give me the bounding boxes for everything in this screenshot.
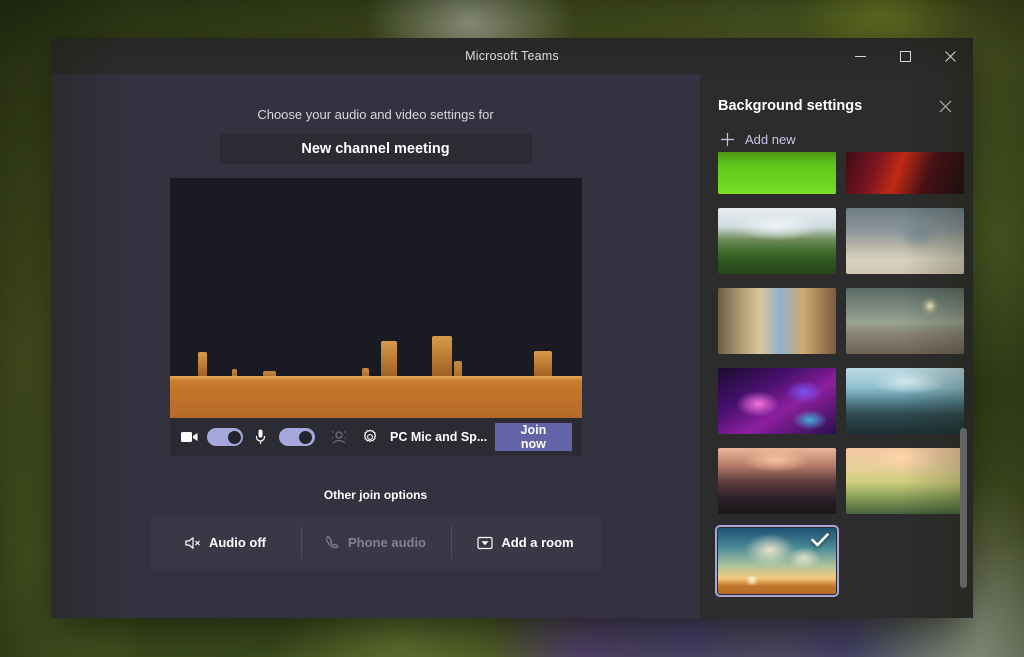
room-device-glyph: [477, 536, 493, 549]
phone-glyph: [326, 535, 339, 549]
background-thumbnail[interactable]: [846, 288, 964, 354]
background-thumbnail[interactable]: [846, 152, 964, 194]
mic-toggle[interactable]: [278, 428, 315, 446]
background-thumbnail[interactable]: [718, 368, 836, 434]
camera-toggle-knob: [227, 430, 241, 444]
background-effects-icon[interactable]: [329, 425, 349, 449]
window-controls: [838, 38, 973, 74]
window-body: Choose your audio and video settings for…: [51, 74, 973, 618]
background-effects-glyph: [331, 431, 346, 444]
close-icon: [939, 100, 951, 112]
join-option-audio-off[interactable]: Audio off: [151, 516, 301, 569]
gear-icon[interactable]: [360, 425, 380, 449]
teams-window: Microsoft Teams Choose your audio and vi…: [51, 38, 973, 618]
background-panel-title: Background settings: [718, 98, 863, 114]
mic-toggle-knob: [299, 430, 313, 444]
audio-device-label: PC Mic and Sp...: [390, 430, 488, 444]
join-option-label: Add a room: [501, 535, 574, 550]
desktop-wallpaper: Microsoft Teams Choose your audio and vi…: [0, 0, 1024, 657]
butte: [431, 336, 452, 378]
background-panel-header: Background settings: [700, 74, 973, 116]
background-thumbnail[interactable]: [718, 208, 836, 274]
close-button[interactable]: [928, 38, 973, 74]
video-preview-image: [169, 178, 582, 418]
other-join-options-label: Other join options: [323, 488, 428, 502]
microphone-icon[interactable]: [251, 425, 271, 449]
window-title: Microsoft Teams: [465, 49, 559, 63]
background-thumbnail-scroll[interactable]: [700, 152, 973, 618]
speaker-muted-glyph: [185, 536, 200, 549]
join-option-label: Audio off: [208, 535, 267, 550]
add-new-background-button[interactable]: Add new: [700, 116, 973, 147]
background-thumbnail[interactable]: [846, 448, 964, 514]
speaker-muted-icon: [185, 536, 201, 550]
add-new-label: Add new: [745, 132, 796, 147]
other-join-options: Audio off Phone audio Add a room: [150, 516, 601, 569]
background-thumbnail-selected[interactable]: [715, 525, 839, 597]
phone-icon: [325, 535, 340, 550]
prejoin-controls: PC Mic and Sp... Join now: [169, 418, 582, 456]
butte: [533, 351, 552, 378]
background-thumbnail[interactable]: [718, 152, 836, 194]
background-thumbnail[interactable]: [846, 208, 964, 274]
join-option-add-a-room[interactable]: Add a room: [450, 516, 601, 569]
join-now-button[interactable]: Join now: [495, 423, 572, 451]
close-panel-button[interactable]: [935, 96, 955, 116]
camera-toggle[interactable]: [207, 428, 244, 446]
meeting-title: New channel meeting: [301, 141, 450, 157]
plus-icon: [721, 133, 734, 146]
join-option-phone-audio[interactable]: Phone audio: [300, 516, 451, 569]
panel-scrollbar-thumb[interactable]: [960, 428, 967, 588]
join-option-label: Phone audio: [348, 535, 426, 550]
video-camera-glyph: [180, 432, 198, 442]
background-thumbnail[interactable]: [718, 288, 836, 354]
close-icon: [945, 50, 956, 62]
background-thumbnail[interactable]: [718, 448, 836, 514]
minimize-button[interactable]: [838, 38, 883, 74]
background-thumbnail-grid: [700, 152, 973, 597]
prejoin-prompt: Choose your audio and video settings for: [257, 107, 494, 122]
butte: [380, 341, 397, 378]
background-thumbnail[interactable]: [846, 368, 964, 434]
butte: [197, 352, 207, 378]
background-settings-panel: Background settings Add new: [700, 74, 973, 618]
gear-glyph: [364, 429, 377, 442]
checkmark-icon: [811, 533, 829, 547]
video-camera-icon[interactable]: [180, 425, 200, 449]
microphone-glyph: [256, 429, 266, 444]
maximize-icon: [900, 50, 911, 62]
window-titlebar: Microsoft Teams: [51, 38, 973, 74]
room-device-icon: [477, 536, 493, 550]
prejoin-screen: Choose your audio and video settings for…: [51, 74, 700, 618]
meeting-title-bar: New channel meeting: [219, 134, 532, 164]
maximize-button[interactable]: [883, 38, 928, 74]
minimize-icon: [855, 55, 866, 57]
video-preview: PC Mic and Sp... Join now: [169, 178, 582, 456]
desert-ground: [169, 376, 582, 418]
